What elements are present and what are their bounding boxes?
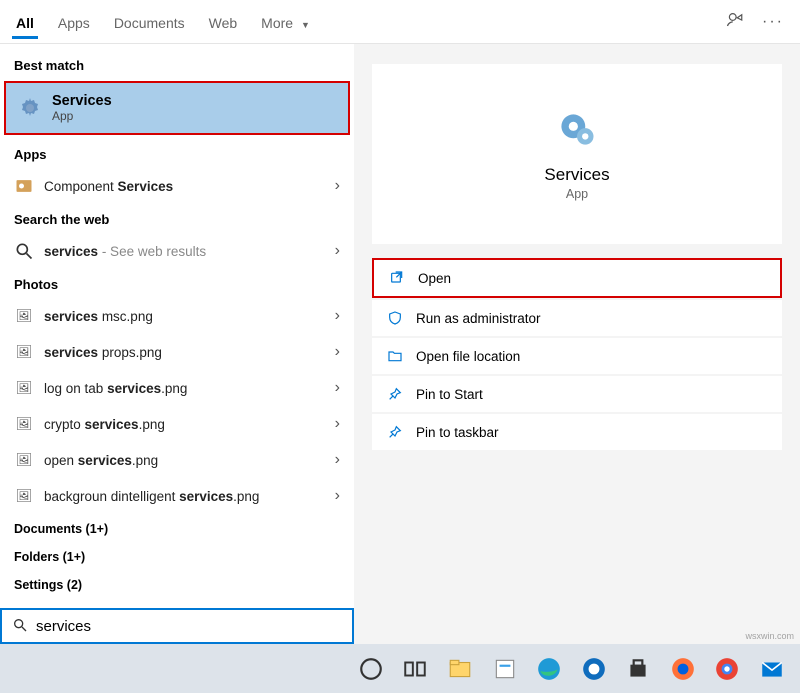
photo-result[interactable]: 🖼 open services.png › xyxy=(0,442,354,478)
feedback-icon[interactable] xyxy=(726,11,744,32)
gear-icon xyxy=(555,108,599,155)
photo-result-label: services props.png xyxy=(44,345,335,360)
action-run-admin[interactable]: Run as administrator xyxy=(372,300,782,336)
search-window: All Apps Documents Web More ▼ ··· Best m… xyxy=(0,0,800,644)
section-apps: Apps xyxy=(0,139,354,168)
chevron-right-icon: › xyxy=(335,242,340,260)
folder-icon xyxy=(384,346,406,366)
photo-result-label: open services.png xyxy=(44,453,335,468)
best-match-subtitle: App xyxy=(52,109,112,123)
preview-panel: Services App Open Run as administrator xyxy=(354,44,800,644)
chevron-right-icon: › xyxy=(335,343,340,361)
tab-bar: All Apps Documents Web More ▼ ··· xyxy=(0,0,800,44)
store-icon[interactable] xyxy=(616,649,661,689)
chevron-right-icon: › xyxy=(335,451,340,469)
photo-result-label: crypto services.png xyxy=(44,417,335,432)
preview-title: Services xyxy=(544,165,609,185)
action-label: Pin to taskbar xyxy=(416,425,499,440)
image-file-icon: 🖼 xyxy=(14,306,34,326)
search-icon xyxy=(12,617,28,636)
action-label: Open xyxy=(418,271,451,286)
photo-result[interactable]: 🖼 backgroun dintelligent services.png › xyxy=(0,478,354,514)
search-bar[interactable] xyxy=(0,608,354,644)
taskbar xyxy=(0,644,800,693)
app-icon[interactable] xyxy=(482,649,527,689)
explorer-icon[interactable] xyxy=(438,649,483,689)
best-match-item[interactable]: Services App xyxy=(4,81,350,135)
tab-all[interactable]: All xyxy=(4,5,46,39)
chevron-right-icon: › xyxy=(335,177,340,195)
results-panel: Best match Services App Apps Component S… xyxy=(0,44,354,644)
open-icon xyxy=(386,268,408,288)
tab-documents[interactable]: Documents xyxy=(102,5,197,39)
chrome-icon[interactable] xyxy=(705,649,750,689)
content-area: Best match Services App Apps Component S… xyxy=(0,44,800,644)
section-search-web: Search the web xyxy=(0,204,354,233)
component-services-icon xyxy=(14,176,34,196)
image-file-icon: 🖼 xyxy=(14,414,34,434)
action-label: Pin to Start xyxy=(416,387,483,402)
web-result-label: services - See web results xyxy=(44,244,335,259)
section-settings[interactable]: Settings (2) xyxy=(0,570,354,598)
taskview-icon[interactable] xyxy=(393,649,438,689)
chevron-right-icon: › xyxy=(335,487,340,505)
search-input[interactable] xyxy=(36,618,342,635)
section-best-match: Best match xyxy=(0,50,354,79)
more-options-icon[interactable]: ··· xyxy=(762,13,784,31)
action-pin-start[interactable]: Pin to Start xyxy=(372,376,782,412)
watermark: wsxwin.com xyxy=(745,631,794,641)
photo-result[interactable]: 🖼 log on tab services.png › xyxy=(0,370,354,406)
image-file-icon: 🖼 xyxy=(14,486,34,506)
image-file-icon: 🖼 xyxy=(14,378,34,398)
chevron-right-icon: › xyxy=(335,307,340,325)
edge-icon-2[interactable] xyxy=(571,649,616,689)
action-label: Run as administrator xyxy=(416,311,541,326)
section-folders[interactable]: Folders (1+) xyxy=(0,542,354,570)
section-documents[interactable]: Documents (1+) xyxy=(0,514,354,542)
photo-result[interactable]: 🖼 crypto services.png › xyxy=(0,406,354,442)
cortana-icon[interactable] xyxy=(349,649,394,689)
best-match-text: Services App xyxy=(52,93,112,123)
tab-web[interactable]: Web xyxy=(197,5,250,39)
photo-result-label: log on tab services.png xyxy=(44,381,335,396)
preview-subtitle: App xyxy=(566,187,588,201)
firefox-icon[interactable] xyxy=(660,649,705,689)
shield-icon xyxy=(384,308,406,328)
header-actions: ··· xyxy=(726,11,796,32)
edge-icon[interactable] xyxy=(527,649,572,689)
gear-icon xyxy=(18,96,42,120)
photo-result[interactable]: 🖼 services props.png › xyxy=(0,334,354,370)
photo-result[interactable]: 🖼 services msc.png › xyxy=(0,298,354,334)
action-label: Open file location xyxy=(416,349,520,364)
chevron-down-icon: ▼ xyxy=(301,20,310,30)
best-match-title: Services xyxy=(52,93,112,109)
mail-icon[interactable] xyxy=(749,649,794,689)
action-list: Open Run as administrator Open file loca… xyxy=(372,258,782,450)
image-file-icon: 🖼 xyxy=(14,450,34,470)
action-open[interactable]: Open xyxy=(372,258,782,298)
app-result-label: Component Services xyxy=(44,179,335,194)
app-result[interactable]: Component Services › xyxy=(0,168,354,204)
action-pin-taskbar[interactable]: Pin to taskbar xyxy=(372,414,782,450)
image-file-icon: 🖼 xyxy=(14,342,34,362)
pin-icon xyxy=(384,384,406,404)
tab-more-label: More xyxy=(261,15,293,31)
section-photos: Photos xyxy=(0,269,354,298)
chevron-right-icon: › xyxy=(335,415,340,433)
action-open-location[interactable]: Open file location xyxy=(372,338,782,374)
photo-result-label: backgroun dintelligent services.png xyxy=(44,489,335,504)
tab-apps[interactable]: Apps xyxy=(46,5,102,39)
web-result[interactable]: services - See web results › xyxy=(0,233,354,269)
chevron-right-icon: › xyxy=(335,379,340,397)
pin-icon xyxy=(384,422,406,442)
preview-card: Services App xyxy=(372,64,782,244)
tab-more[interactable]: More ▼ xyxy=(249,5,322,39)
photo-result-label: services msc.png xyxy=(44,309,335,324)
search-icon xyxy=(14,241,34,261)
